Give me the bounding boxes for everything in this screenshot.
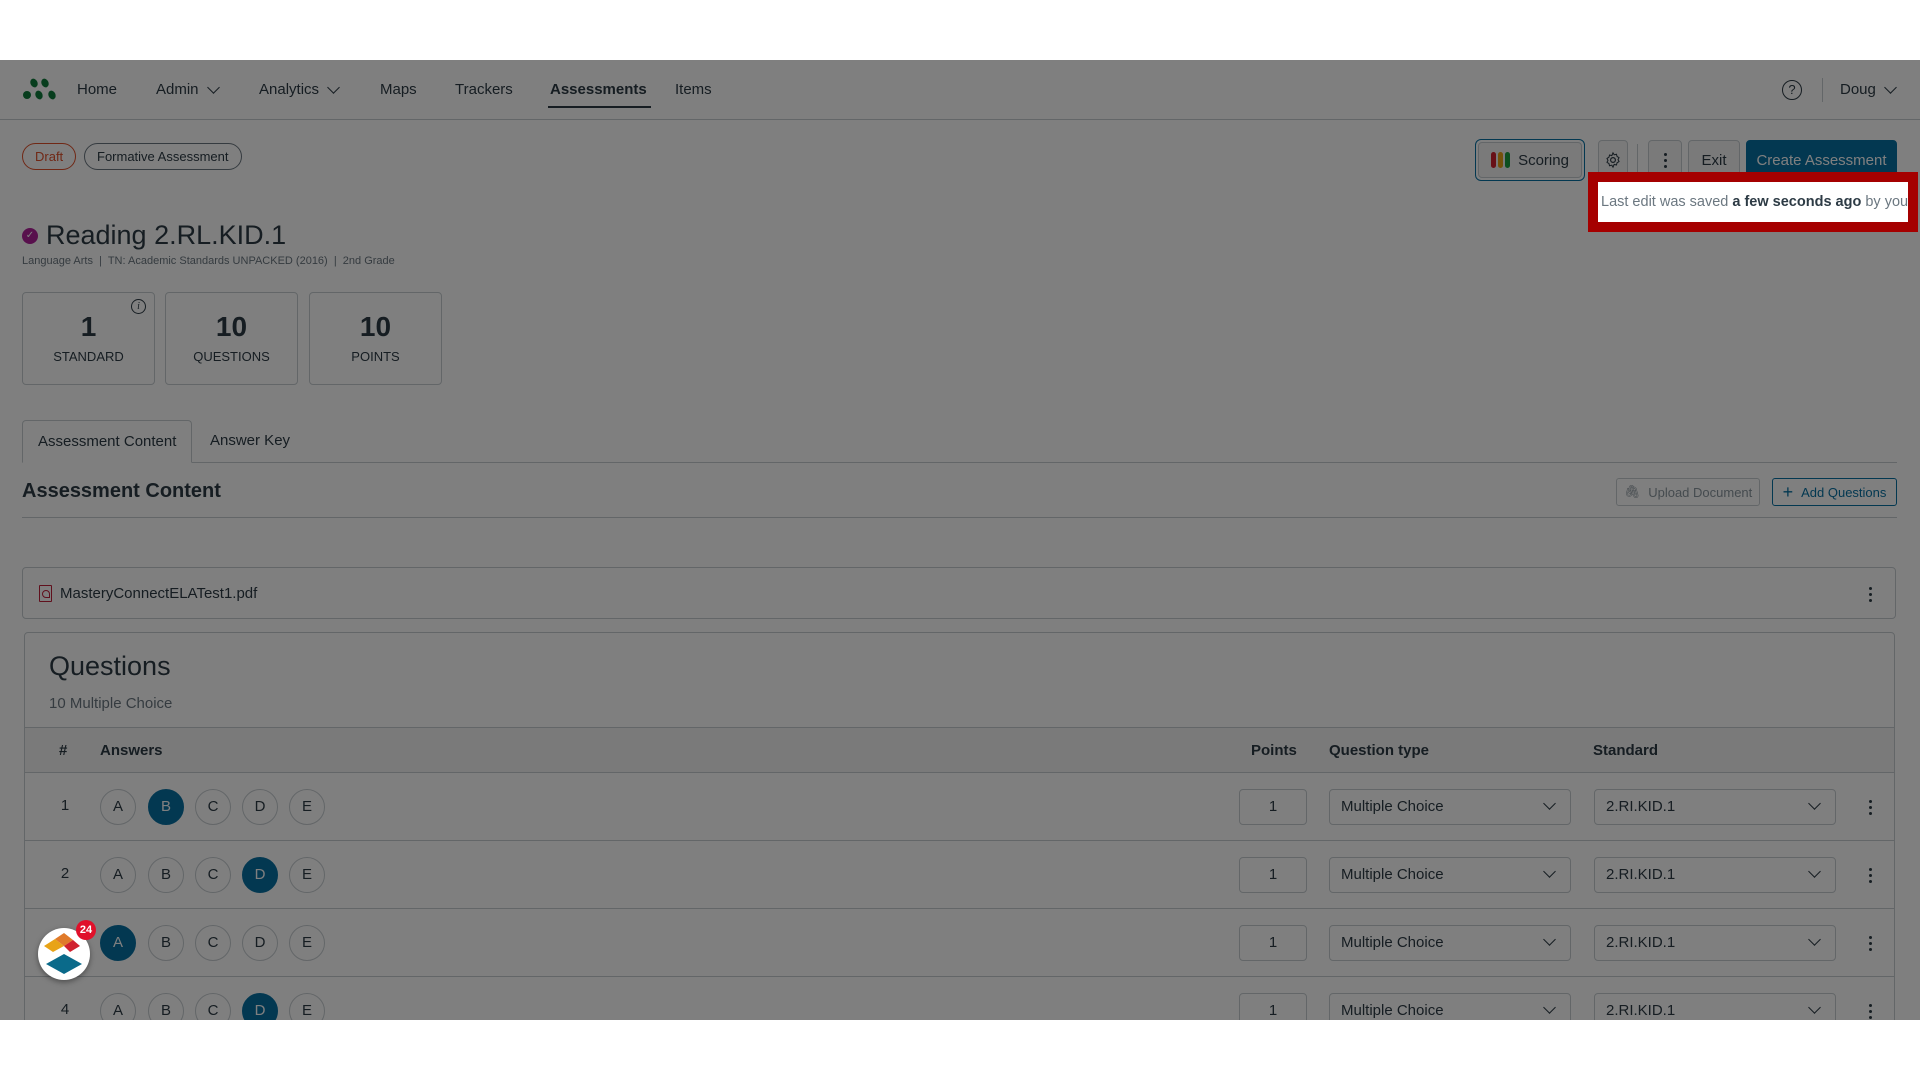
save-status-time: a few seconds ago	[1732, 194, 1862, 210]
help-widget-button[interactable]: 24	[38, 920, 96, 980]
app-screen: HomeAdminAnalyticsMapsTrackersAssessment…	[0, 60, 1920, 1020]
save-status-suffix: by you	[1865, 194, 1909, 210]
save-status-highlight: Last edit was saved a few seconds ago by…	[1588, 172, 1918, 232]
notification-count-badge: 24	[76, 920, 96, 940]
save-status-prefix: Last edit was saved	[1601, 194, 1729, 210]
